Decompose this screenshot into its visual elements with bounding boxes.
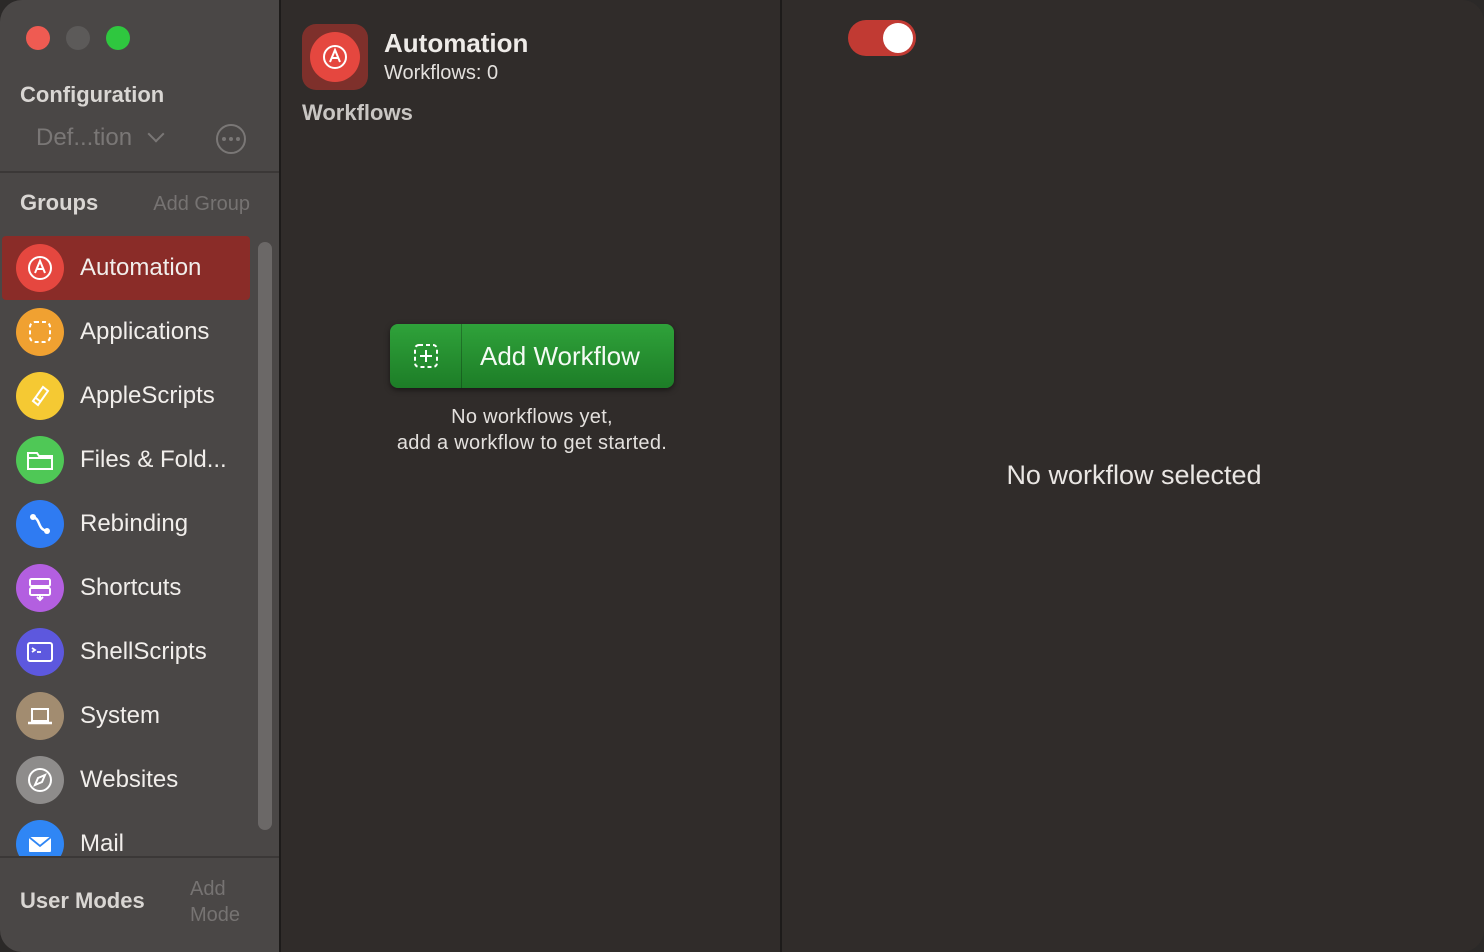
zoom-window-button[interactable] [106,26,130,50]
configuration-more-button[interactable] [216,124,246,154]
group-label: AppleScripts [80,382,215,409]
mail-icon [16,820,64,856]
group-item-shortcuts[interactable]: Shortcuts [0,556,256,620]
workflow-detail-pane: No workflow selected [784,0,1484,952]
group-item-shellscripts[interactable]: ShellScripts [0,620,256,684]
laptop-icon [16,692,64,740]
group-item-automation[interactable]: Automation [2,236,250,300]
empty-workflows-message: No workflows yet, add a workflow to get … [282,404,782,456]
automation-icon [16,244,64,292]
group-enabled-toggle[interactable] [848,20,916,56]
group-label: Mail [80,830,125,856]
group-item-rebinding[interactable]: Rebinding [0,492,256,556]
shortcuts-icon [16,564,64,612]
sidebar-divider [0,856,279,858]
group-item-system[interactable]: System [0,684,256,748]
configuration-value: Def...tion [36,124,133,151]
minimize-window-button[interactable] [66,26,90,50]
group-label: Automation [80,254,202,281]
group-label: Rebinding [80,510,189,537]
add-workflow-button[interactable]: Add Workflow [390,324,674,388]
user-modes-title: User Modes [20,888,145,913]
workflow-list-pane: Automation Workflows: 0 Workflows Add Wo… [282,0,782,952]
automation-icon [302,24,368,90]
applescript-icon [16,372,64,420]
add-group-button[interactable]: Add Group [153,193,250,216]
applications-icon [16,308,64,356]
configuration-select[interactable]: Def...tion [36,124,165,152]
empty-message-line: No workflows yet, [451,406,613,428]
group-list: Automation Applications AppleScripts Fil… [0,236,256,856]
group-item-mail[interactable]: Mail [0,812,256,856]
group-title: Automation [384,28,529,58]
group-item-applescripts[interactable]: AppleScripts [0,364,256,428]
folder-icon [16,436,64,484]
groups-title: Groups [20,190,99,215]
group-item-websites[interactable]: Websites [0,748,256,812]
app-window: Configuration Def...tion Groups Add Grou… [0,0,1484,952]
group-item-files-folders[interactable]: Files & Fold... [0,428,256,492]
close-window-button[interactable] [26,26,50,50]
sidebar-divider [0,171,279,173]
window-controls [26,26,130,50]
toggle-knob [883,23,913,53]
terminal-icon [16,628,64,676]
group-label: Shortcuts [80,574,182,601]
group-list-scrollbar[interactable] [258,242,272,830]
workflows-section-label: Workflows [302,100,413,125]
chevron-down-icon [147,125,165,143]
sidebar: Configuration Def...tion Groups Add Grou… [0,0,281,952]
empty-message-line: add a workflow to get started. [396,432,668,454]
group-label: Files & Fold... [80,446,227,473]
groups-header: Groups Add Group [20,190,250,216]
group-label: Websites [80,766,179,793]
configuration-title: Configuration [20,82,165,107]
group-label: System [80,702,161,729]
add-mode-button[interactable]: Add Mode [190,876,250,928]
workflow-count: Workflows: 0 [384,62,499,84]
no-selection-message: No workflow selected [1006,460,1262,490]
rebinding-icon [16,500,64,548]
group-label: ShellScripts [80,638,207,665]
add-workflow-label: Add Workflow [480,340,640,371]
add-icon [390,324,462,388]
ellipsis-icon [222,137,226,141]
compass-icon [16,756,64,804]
group-item-applications[interactable]: Applications [0,300,256,364]
group-label: Applications [80,318,210,345]
